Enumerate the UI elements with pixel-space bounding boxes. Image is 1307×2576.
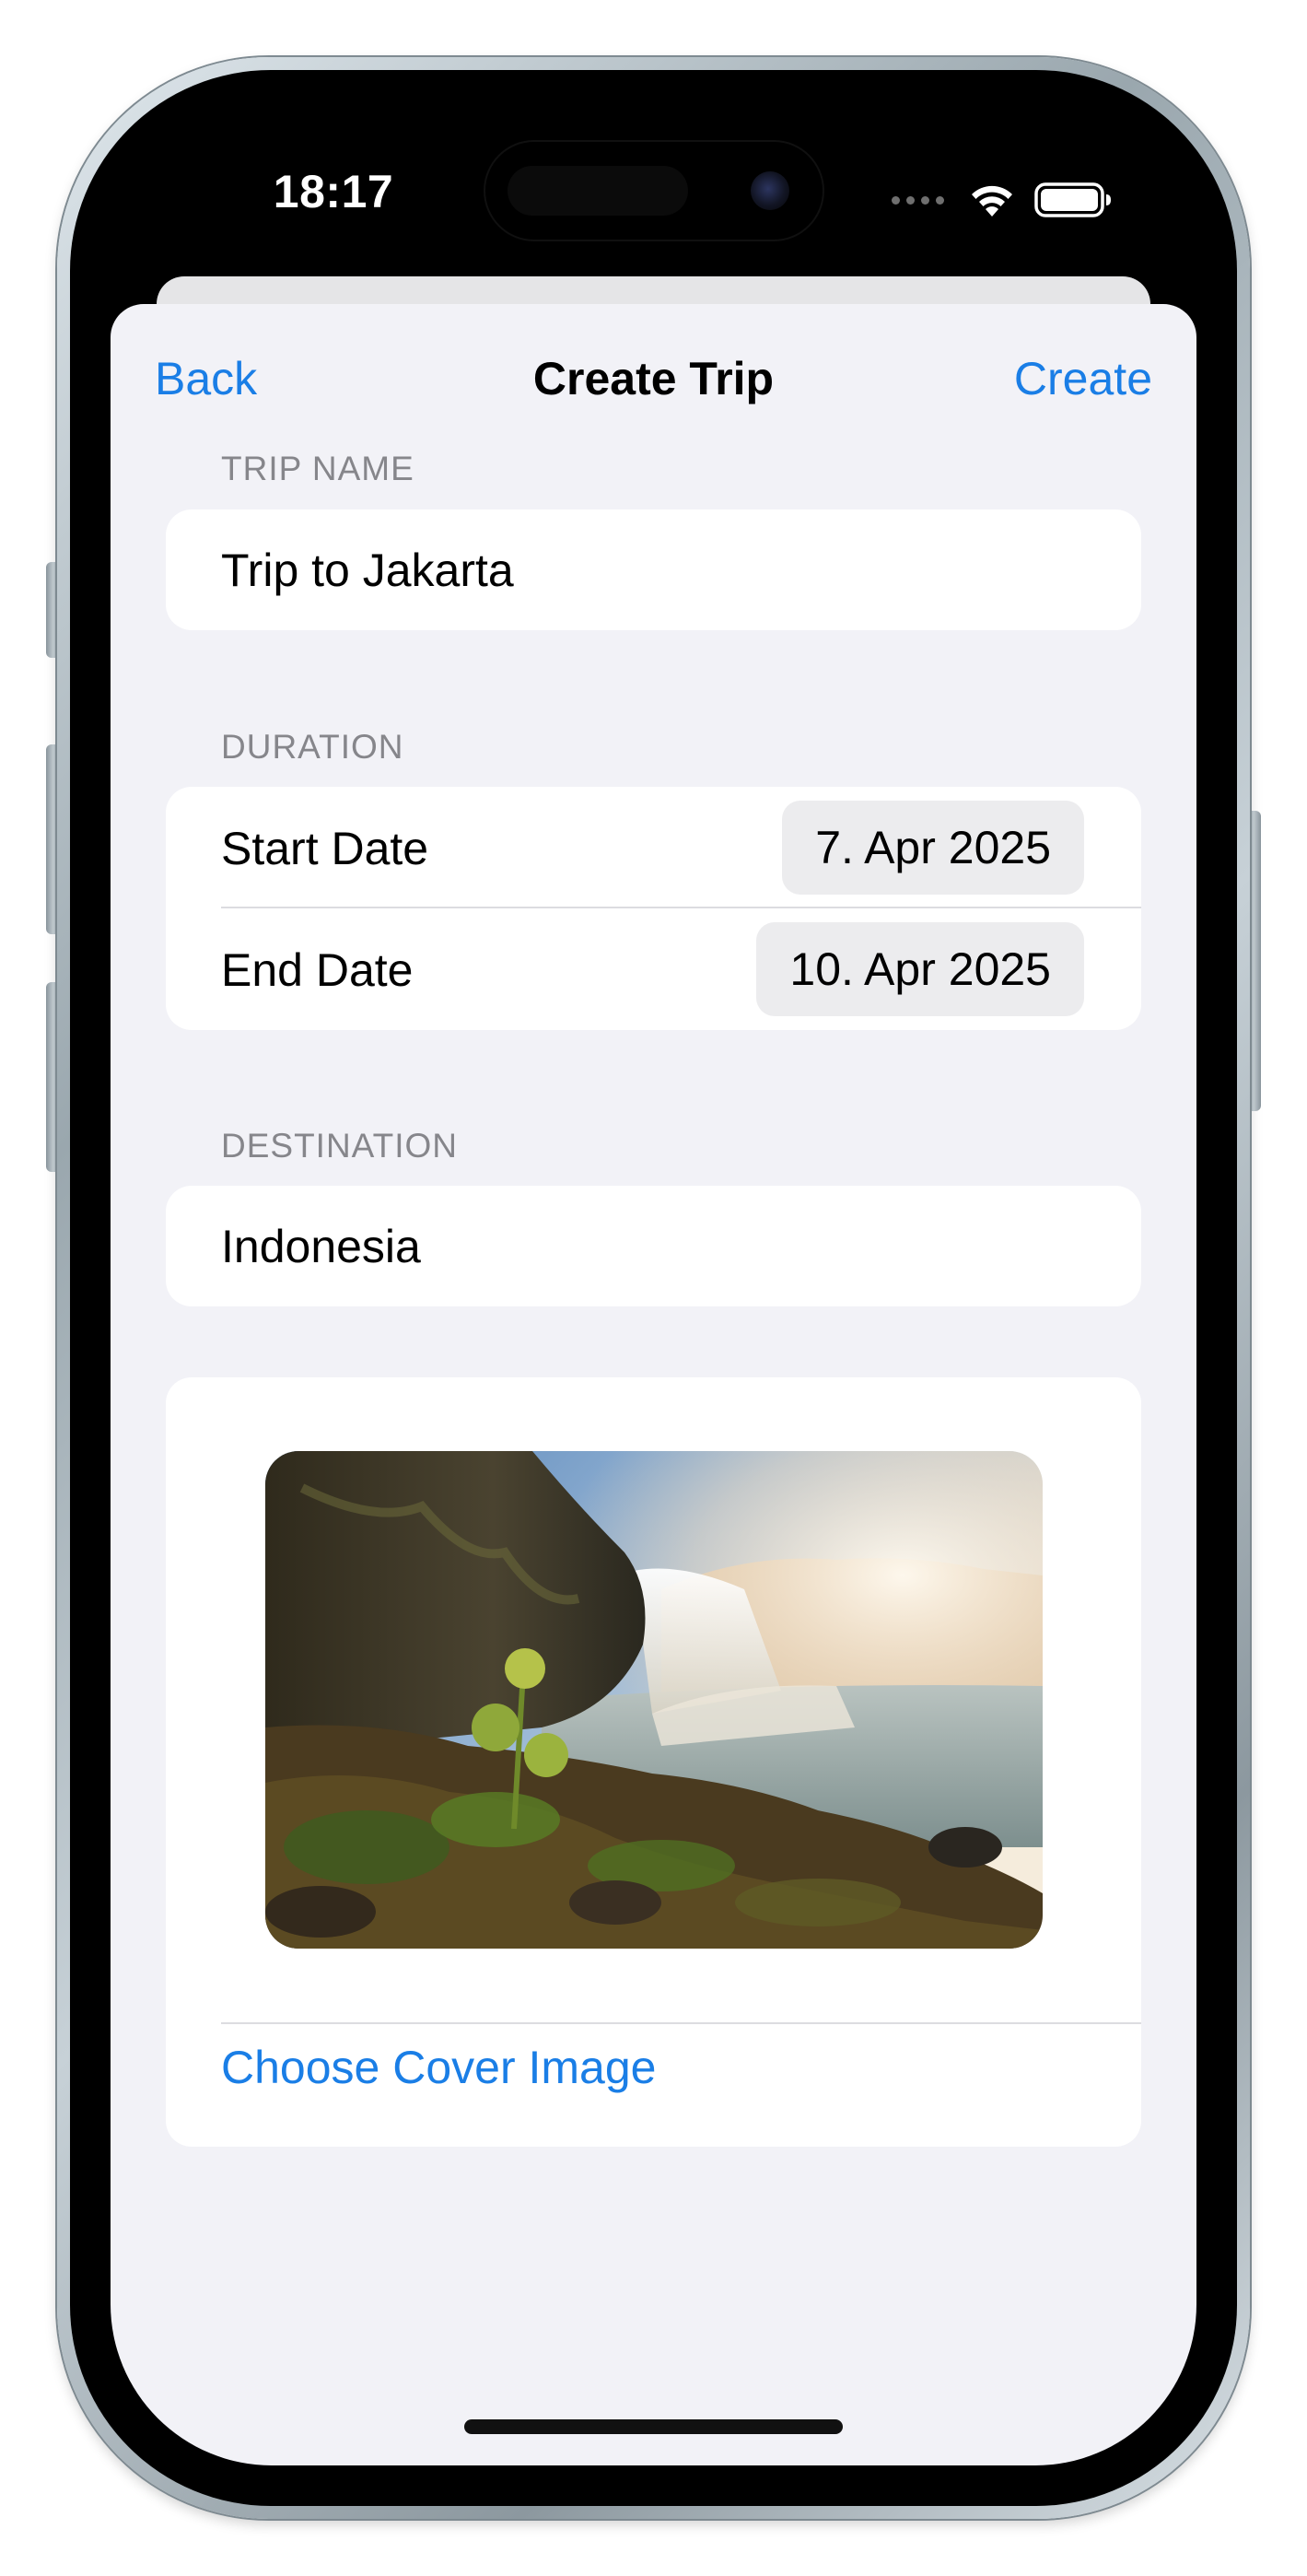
end-date-picker[interactable]: 10. Apr 2025: [756, 922, 1084, 1016]
cover-image-card: Choose Cover Image: [166, 1377, 1141, 2147]
wifi-icon: [972, 185, 1012, 217]
cover-image: [265, 1451, 1043, 1949]
status-time: 18:17: [273, 166, 394, 217]
iphone-device: 18:17 Back Create Trip Create TRIP NAME …: [0, 0, 1307, 2576]
home-indicator: [464, 2419, 843, 2434]
navigation-bar: Back Create Trip Create: [111, 304, 1196, 442]
create-trip-sheet: Back Create Trip Create TRIP NAME Trip t…: [111, 304, 1196, 2465]
status-icons: [892, 177, 1112, 223]
row-divider: [221, 907, 1141, 908]
choose-cover-image-button[interactable]: Choose Cover Image: [221, 2041, 656, 2094]
trip-name-header: TRIP NAME: [221, 450, 414, 487]
start-date-label: Start Date: [221, 823, 429, 874]
create-button[interactable]: Create: [1014, 352, 1152, 405]
start-date-picker[interactable]: 7. Apr 2025: [782, 801, 1084, 895]
row-divider: [221, 2022, 1141, 2024]
cellular-dots-icon: [892, 195, 944, 205]
screen: 18:17 Back Create Trip Create TRIP NAME …: [111, 111, 1196, 2465]
duration-card: Start Date 7. Apr 2025 End Date 10. Apr …: [166, 787, 1141, 1030]
duration-header: DURATION: [221, 728, 404, 766]
front-camera-icon: [751, 171, 789, 210]
waterfall-landscape-photo: [265, 1451, 1043, 1949]
dynamic-island: [484, 140, 824, 241]
destination-card: Indonesia: [166, 1186, 1141, 1306]
trip-name-card: Trip to Jakarta: [166, 509, 1141, 630]
island-sensor: [508, 166, 688, 216]
destination-field[interactable]: Indonesia: [221, 1220, 421, 1273]
destination-header: DESTINATION: [221, 1127, 458, 1165]
battery-icon: [1034, 182, 1111, 217]
trip-name-field[interactable]: Trip to Jakarta: [221, 544, 514, 597]
end-date-label: End Date: [221, 944, 414, 996]
